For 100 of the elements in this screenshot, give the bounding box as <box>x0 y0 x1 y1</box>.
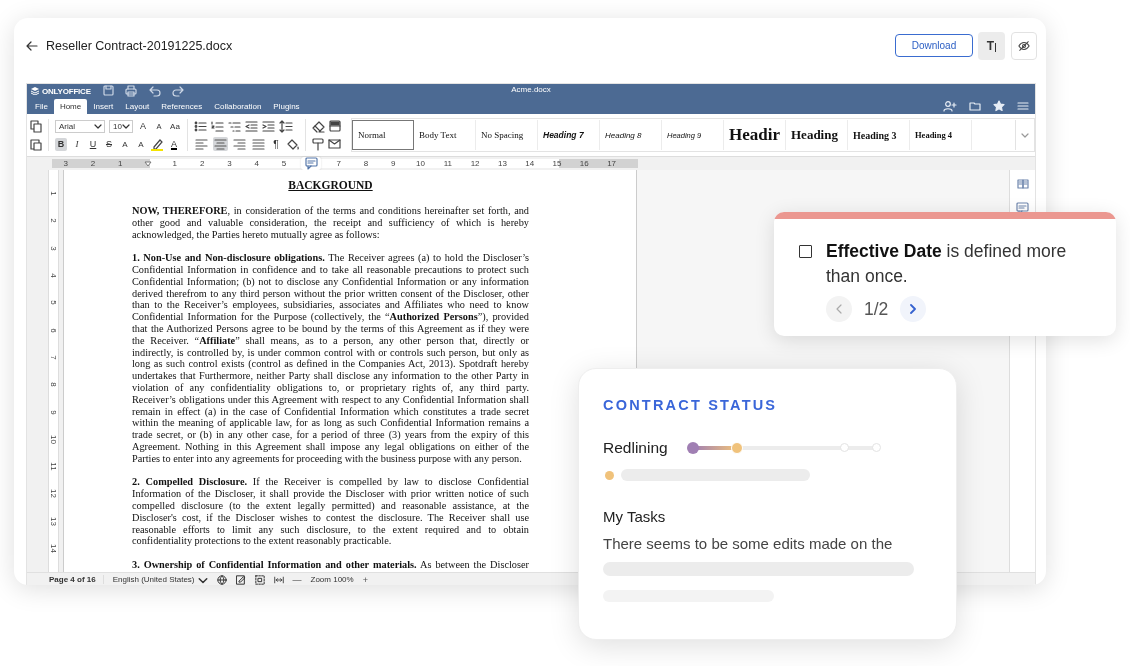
text-size-button[interactable]: T <box>978 31 1005 60</box>
chevron-down-icon <box>122 123 130 129</box>
menu-tab[interactable]: Home <box>53 99 88 114</box>
paragraph: 2. Compelled Disclosure. If the Receiver is compelled by law to disclose Confidential Information of the Discloser, it shall provide the Discloser with prior written notice of such compelled disclosure (to the extent legally permitted) and reasonable assistance, at the Discloser's cost, if the Discloser wishes to contest the disclosure. The Receiver shall use reasonable efforts to limit any such disclosure, to the extent required and to obtain confidentiality protections to the extent reasonably practicable. <box>132 476 529 548</box>
paragraph-marks-button[interactable]: ¶ <box>270 137 282 151</box>
section-title: My Tasks <box>603 508 667 525</box>
fit-width-icon[interactable] <box>273 574 284 585</box>
step-dot <box>840 443 849 452</box>
grow-font-button[interactable]: A <box>137 119 149 133</box>
strikethrough-button[interactable]: S <box>103 137 115 151</box>
two-page-icon[interactable] <box>1016 179 1029 189</box>
chevron-right-icon <box>909 304 918 314</box>
align-justify-icon <box>252 137 265 151</box>
ruler-number: 6 <box>49 327 58 333</box>
ruler-number: 5 <box>49 300 58 306</box>
paste-icon[interactable] <box>30 137 42 151</box>
style-preset[interactable]: Heading 4 <box>910 120 972 150</box>
superscript-button[interactable]: A <box>119 137 131 151</box>
comment-icon[interactable] <box>1016 202 1029 215</box>
align-right-icon <box>233 137 246 151</box>
checkbox[interactable] <box>799 245 812 258</box>
font-name-field[interactable]: Arial <box>55 119 105 133</box>
ruler-number: 17 <box>607 159 617 168</box>
stage-label: Redlining <box>603 439 669 457</box>
subscript-button[interactable]: A <box>135 137 147 151</box>
download-button[interactable]: Download <box>895 34 973 57</box>
ruler-number: 7 <box>336 159 341 168</box>
style-preset[interactable]: No Spacing <box>476 120 538 150</box>
menu-tab[interactable]: Layout <box>119 99 156 114</box>
paragraph: 1. Non-Use and Non-disclosure obligations. The Receiver agrees (a) to hold the Discloser’s Confidential Information in confidence and to take all reasonable precautions to protect such Confidential Information; (b) not to disclose any Confidential Information or any information derived therefrom to any third person without the prior written consent of the Discloser, other than to the Receiver’s employees, subsidiaries, associates and Affiliates who need to know Confidential Information for the Purpose (collectively, the “Authorized Persons”), provided that the Authorized Persons agree to be bound by the terms of this Agreement as if they were the Receiver. “Affiliate” shall means, as to a person, any other person that, directly or indirectly, is controlled by, is under common control with or controls such person, but only as long as such control exists (control as defined in the Companies Act, 2013). Spotdraft hereby undertakes that Furthermore, neither Party shall disclose any information to the other Party in violation of any confidentiality obligations to, or proprietary rights of, any third party. Receiver’s obligations under this Agreement with respect to any Confidential Information shall remain in effect (a) in the case of Confidential Information which constitutes a trade secret within the meaning of applicable law, for as long as such Confidential Information remains a trade secret, or (b) in any other case, for a period of three (3) years from the expiry of this Agreement. Nothing in this Agreement shall impose any legal obligations on either of the Parties to enter into any agreements for proceeding with the business purpose with any person. <box>132 252 529 465</box>
italic-button[interactable]: I <box>71 137 83 151</box>
menu-tab[interactable]: Plugins <box>267 99 306 114</box>
align-center-icon <box>214 137 227 151</box>
style-preset[interactable]: Heading 7 <box>538 120 600 150</box>
ruler-number: 4 <box>49 273 58 278</box>
indent-marker-icon[interactable] <box>143 160 152 167</box>
undo-icon[interactable] <box>148 85 161 97</box>
style-preset[interactable]: Heading 3 <box>848 120 910 150</box>
eraser-icon[interactable] <box>312 119 325 133</box>
fill-bucket-icon[interactable] <box>286 137 299 151</box>
menu-tab[interactable]: Collaboration <box>208 99 268 114</box>
underline-button[interactable]: U <box>87 137 99 151</box>
comment-icon[interactable] <box>304 157 318 170</box>
style-gallery-icon[interactable] <box>329 120 341 132</box>
ruler-number: 1 <box>172 159 178 168</box>
globe-icon[interactable] <box>216 574 227 585</box>
spell-check-icon[interactable] <box>235 574 246 585</box>
ruler-number: 2 <box>90 159 96 168</box>
menu-tab[interactable]: Insert <box>87 99 120 114</box>
ruler-number: 2 <box>199 159 205 168</box>
ruler-number: 14 <box>525 159 535 168</box>
ruler-number: 3 <box>227 159 232 168</box>
folder-icon[interactable] <box>969 100 981 112</box>
copy-icon[interactable] <box>30 119 42 133</box>
style-preset[interactable]: Normal <box>352 120 414 150</box>
zoom-out-button[interactable]: — <box>292 574 302 585</box>
ruler-number: 7 <box>49 355 58 360</box>
menu-tab[interactable]: References <box>155 99 209 114</box>
format-painter-icon[interactable] <box>312 137 324 151</box>
document-title: Reseller Contract-20191225.docx <box>46 38 233 53</box>
page-counter: Page 4 of 16 <box>49 575 104 584</box>
expand-styles-icon <box>1021 132 1029 138</box>
hide-button[interactable] <box>1011 31 1037 60</box>
bullet-list-icon[interactable] <box>194 119 207 133</box>
numbered-list-icon[interactable] <box>211 119 224 133</box>
language-selector[interactable]: English (United States) <box>112 575 195 584</box>
ruler-number: 13 <box>49 516 58 526</box>
redo-icon[interactable] <box>172 85 185 97</box>
status-dot <box>605 470 614 480</box>
fit-page-icon[interactable] <box>254 574 265 585</box>
ruler-number: 13 <box>497 159 507 168</box>
ruler-number: 9 <box>49 409 58 415</box>
menu-tab[interactable]: File <box>29 99 54 114</box>
line-spacing-icon[interactable] <box>279 119 293 133</box>
font-size-field[interactable]: 10 <box>109 119 133 133</box>
issue-counter: 1/2 <box>864 298 889 320</box>
brand-name: ONLYOFFICE <box>42 86 91 96</box>
print-icon[interactable] <box>125 85 137 97</box>
save-icon[interactable] <box>103 85 114 96</box>
ruler-number: 1 <box>49 191 58 196</box>
next-button[interactable] <box>900 296 927 322</box>
eye-off-icon <box>1018 38 1030 53</box>
issue-message: Effective Date is defined more than once. <box>826 240 1068 288</box>
style-preset[interactable]: Heading 8 <box>600 120 662 150</box>
add-user-icon[interactable] <box>943 100 957 112</box>
zoom-in-button[interactable]: + <box>362 574 368 585</box>
multilevel-list-icon[interactable] <box>228 119 241 133</box>
style-preset[interactable]: Heading <box>786 120 848 150</box>
style-preset[interactable]: Body Text <box>414 120 476 150</box>
bold-button[interactable]: B <box>55 137 67 151</box>
star-icon[interactable] <box>993 100 1005 112</box>
highlight-pen-icon[interactable] <box>151 137 164 151</box>
style-preset[interactable]: Headir <box>724 120 786 150</box>
change-case-button[interactable]: Aa <box>169 119 181 133</box>
menu-icon[interactable] <box>1017 100 1029 112</box>
mail-merge-icon[interactable] <box>328 138 341 150</box>
add-comment-button[interactable] <box>301 157 322 170</box>
font-color-button[interactable]: A <box>168 137 180 151</box>
increase-indent-icon[interactable] <box>262 119 275 133</box>
decrease-indent-icon[interactable] <box>245 119 258 133</box>
